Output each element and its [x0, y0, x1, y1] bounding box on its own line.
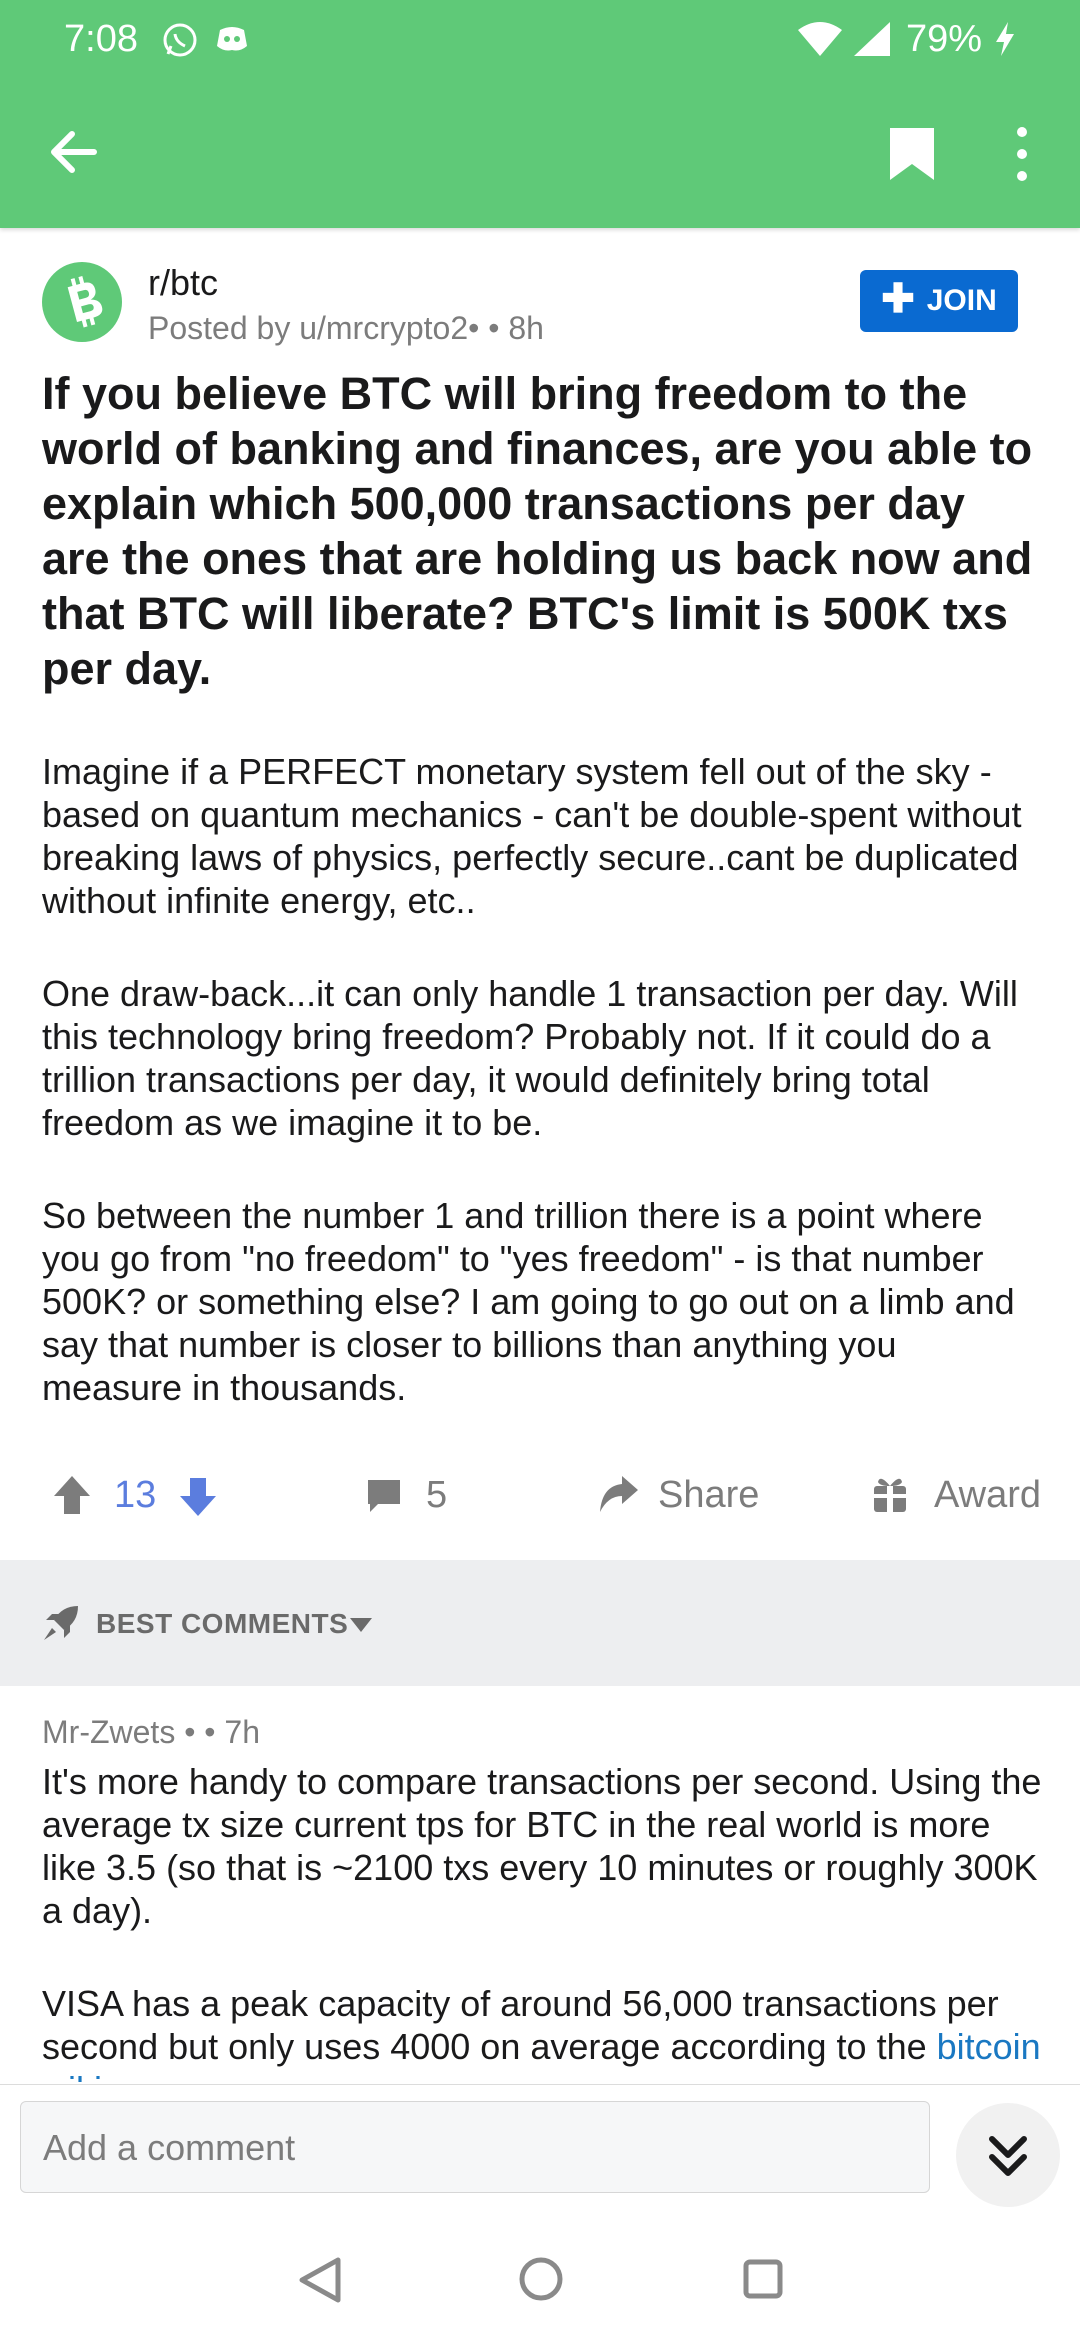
- join-label: JOIN: [926, 284, 997, 317]
- whatsapp-icon: [160, 20, 200, 70]
- comment-paragraph: VISA has a peak capacity of around 56,00…: [42, 1982, 1042, 2082]
- nav-home-icon[interactable]: [518, 2256, 564, 2302]
- comment-text: VISA has a peak capacity of around 56,00…: [42, 1983, 999, 2067]
- subreddit-name[interactable]: r/btc: [148, 262, 218, 304]
- next-comment-button[interactable]: [956, 2103, 1060, 2207]
- post-title: If you believe BTC will bring freedom to…: [42, 368, 1033, 694]
- bookmark-icon[interactable]: [886, 124, 938, 184]
- more-options-icon[interactable]: [1008, 124, 1036, 184]
- post-meta: Posted by u/mrcrypto2• • 8h: [148, 310, 544, 346]
- share-icon[interactable]: [596, 1472, 640, 1516]
- comment-count[interactable]: 5: [426, 1474, 447, 1517]
- status-bar: 7:08 79%: [0, 0, 1080, 80]
- add-comment-input[interactable]: Add a comment: [20, 2101, 930, 2193]
- charging-icon: [992, 20, 1018, 68]
- sort-label[interactable]: BEST COMMENTS: [96, 1608, 348, 1640]
- vote-score: 13: [114, 1474, 157, 1516]
- app-bar: 7:08 79%: [0, 0, 1080, 228]
- comment-body: It's more handy to compare transactions …: [42, 1760, 1042, 2082]
- post-paragraph: One draw-back...it can only handle 1 tra…: [42, 973, 1018, 1143]
- share-button[interactable]: Share: [658, 1474, 759, 1517]
- award-icon[interactable]: [872, 1474, 908, 1514]
- comment-sort-bar[interactable]: BEST COMMENTS: [0, 1560, 1080, 1686]
- battery-percentage: 79%: [906, 18, 983, 60]
- comment-meta[interactable]: Mr-Zwets • • 7h: [42, 1714, 260, 1751]
- plus-icon: ✚: [881, 277, 915, 321]
- comment-paragraph: It's more handy to compare transactions …: [42, 1761, 1042, 1931]
- downvote-icon[interactable]: [178, 1476, 218, 1518]
- cellular-icon: [852, 20, 892, 68]
- subreddit-avatar[interactable]: [42, 262, 122, 342]
- nav-recents-icon[interactable]: [742, 2258, 784, 2300]
- post-paragraph: Imagine if a PERFECT monetary system fel…: [42, 751, 1022, 921]
- wifi-icon: [796, 20, 844, 68]
- post-body: Imagine if a PERFECT monetary system fel…: [42, 750, 1042, 1459]
- double-chevron-down-icon: [989, 2136, 1027, 2176]
- upvote-icon[interactable]: [52, 1474, 92, 1516]
- post-paragraph: So between the number 1 and trillion the…: [42, 1195, 1015, 1408]
- award-button[interactable]: Award: [934, 1474, 1041, 1517]
- comment-icon[interactable]: [364, 1476, 404, 1516]
- discord-icon: [214, 22, 250, 66]
- system-navigation-bar: [0, 2230, 1080, 2340]
- join-button[interactable]: ✚ JOIN: [860, 270, 1018, 332]
- chevron-down-icon[interactable]: [350, 1618, 372, 1632]
- comment-composer: Add a comment: [0, 2084, 1080, 2231]
- post-actions: 13 5 Share Award: [0, 1462, 1080, 1532]
- status-time: 7:08: [64, 18, 138, 60]
- rocket-icon: [42, 1604, 80, 1642]
- nav-back-icon[interactable]: [298, 2256, 342, 2304]
- bitcoin-cash-logo-icon: [67, 276, 103, 328]
- back-arrow-icon[interactable]: [46, 124, 102, 180]
